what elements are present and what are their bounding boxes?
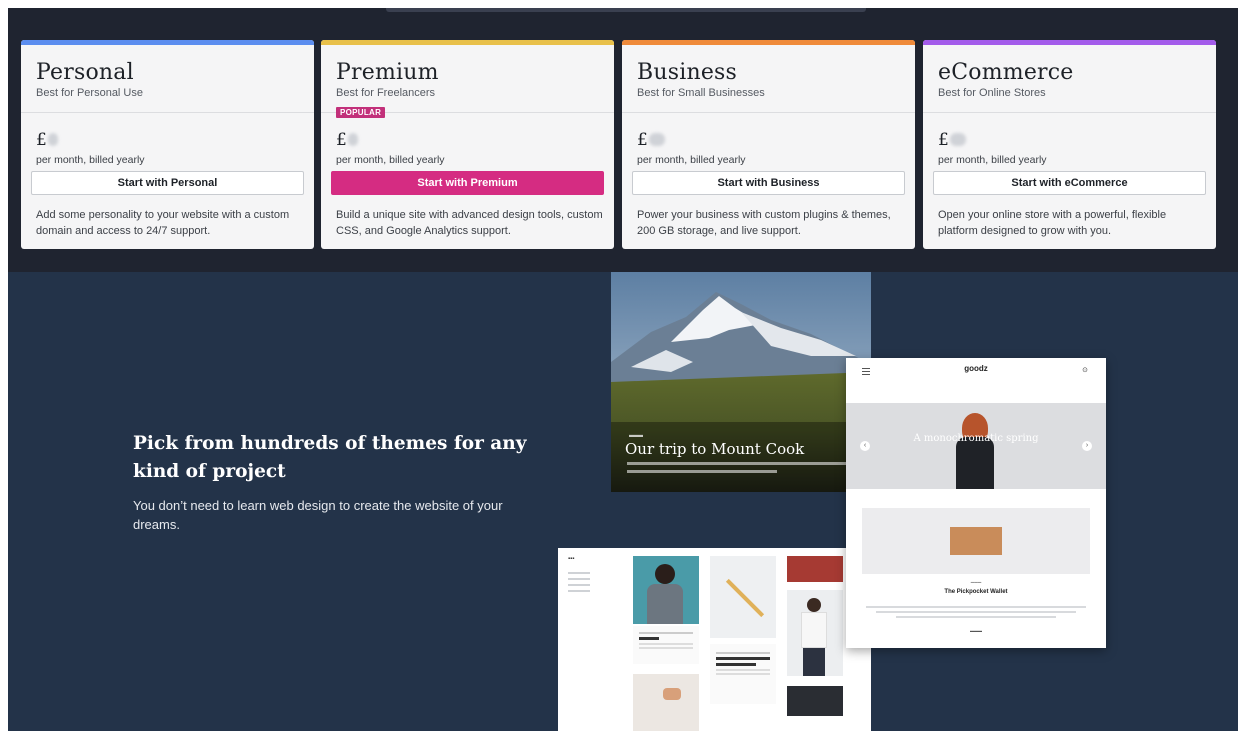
plan-name: Business	[637, 60, 738, 85]
plan-accent-bar	[622, 40, 915, 45]
plan-divider	[622, 112, 915, 113]
grid-tile-red-photo	[787, 556, 843, 582]
goods-hero-image: A monochromatic spring ‹ ›	[846, 403, 1106, 489]
plan-accent-bar	[923, 40, 1216, 45]
product-description-lines	[866, 606, 1086, 621]
start-premium-button[interactable]: Start with Premium	[331, 171, 604, 195]
arrow-left-icon: ‹	[860, 441, 870, 451]
plan-billing: per month, billed yearly	[938, 154, 1047, 166]
grid-tile-article	[710, 644, 776, 704]
price-currency: £	[336, 130, 347, 150]
plan-billing: per month, billed yearly	[637, 154, 746, 166]
price-currency: £	[938, 130, 949, 150]
plan-price: £	[938, 130, 966, 150]
plan-price: £	[36, 130, 58, 150]
post-kicker: ▬▬	[629, 432, 643, 439]
plan-name: Premium	[336, 60, 439, 85]
product-image-box	[862, 508, 1090, 574]
plan-name: Personal	[36, 60, 134, 85]
arrow-right-icon: ›	[1082, 441, 1092, 451]
plan-accent-bar	[321, 40, 614, 45]
plan-price: £	[336, 130, 358, 150]
price-amount-blurred	[648, 133, 665, 146]
price-amount-blurred	[47, 133, 58, 146]
wallet-image	[950, 527, 1002, 555]
goods-logo: goodz	[964, 364, 988, 373]
grid-tile-pencil-photo	[710, 556, 776, 638]
start-business-button[interactable]: Start with Business	[632, 171, 905, 195]
plan-divider	[21, 112, 314, 113]
plan-tagline: Best for Freelancers	[336, 87, 436, 99]
plan-tagline: Best for Personal Use	[36, 87, 143, 99]
grid-tile-man-photo	[787, 590, 843, 676]
plan-billing: per month, billed yearly	[336, 154, 445, 166]
price-currency: £	[36, 130, 47, 150]
theme-preview-mountain[interactable]: ▬▬ Our trip to Mount Cook	[611, 272, 871, 492]
themes-heading: Pick from hundreds of themes for any kin…	[133, 433, 527, 482]
grid-tile-hands-photo	[633, 674, 699, 731]
plan-accent-bar	[21, 40, 314, 45]
start-ecommerce-button[interactable]: Start with eCommerce	[933, 171, 1206, 195]
plan-description: Add some personality to your website wit…	[36, 209, 290, 237]
pricing-section: Personal Best for Personal Use £ per mon…	[8, 8, 1238, 272]
product-link: ▬▬▬	[970, 628, 982, 633]
plan-divider	[923, 112, 1216, 113]
themes-subtext: You don’t need to learn web design to cr…	[133, 498, 503, 532]
theme-preview-goods[interactable]: goodz ⊙ A monochromatic spring ‹ › ▬▬▬ T…	[846, 358, 1106, 648]
popular-badge: POPULAR	[336, 107, 386, 118]
post-title: Our trip to Mount Cook	[625, 440, 805, 458]
hero-text: A monochromatic spring	[913, 433, 1039, 444]
grid-tile-dark-photo	[787, 686, 843, 716]
grid-theme-nav	[568, 572, 590, 596]
plan-card-ecommerce: eCommerce Best for Online Stores £ per m…	[923, 40, 1216, 249]
plan-card-business: Business Best for Small Businesses £ per…	[622, 40, 915, 249]
plan-price: £	[637, 130, 665, 150]
grid-tile-woman-photo	[633, 556, 699, 624]
price-amount-blurred	[347, 133, 358, 146]
grid-tile-caption	[633, 626, 699, 664]
price-amount-blurred	[949, 133, 966, 146]
plan-tagline: Best for Small Businesses	[637, 87, 765, 99]
mountain-landscape-image	[611, 272, 871, 492]
post-excerpt-lines	[627, 462, 852, 478]
grid-theme-logo: ▪▪▪	[568, 556, 575, 562]
theme-preview-grid[interactable]: ▪▪▪	[558, 548, 871, 731]
plan-description: Open your online store with a powerful, …	[938, 209, 1167, 237]
themes-section: Pick from hundreds of themes for any kin…	[8, 272, 1238, 731]
plan-name: eCommerce	[938, 60, 1074, 85]
price-currency: £	[637, 130, 648, 150]
plan-billing: per month, billed yearly	[36, 154, 145, 166]
plan-tagline: Best for Online Stores	[938, 87, 1046, 99]
product-category: ▬▬▬	[970, 580, 982, 584]
plan-card-personal: Personal Best for Personal Use £ per mon…	[21, 40, 314, 249]
top-strip	[386, 8, 866, 12]
plan-description: Build a unique site with advanced design…	[336, 209, 603, 237]
product-name: The Pickpocket Wallet	[944, 589, 1008, 595]
plan-description: Power your business with custom plugins …	[637, 209, 891, 237]
start-personal-button[interactable]: Start with Personal	[31, 171, 304, 195]
plan-card-premium: Premium Best for Freelancers POPULAR £ p…	[321, 40, 614, 249]
cart-icon: ⊙	[1082, 367, 1088, 374]
